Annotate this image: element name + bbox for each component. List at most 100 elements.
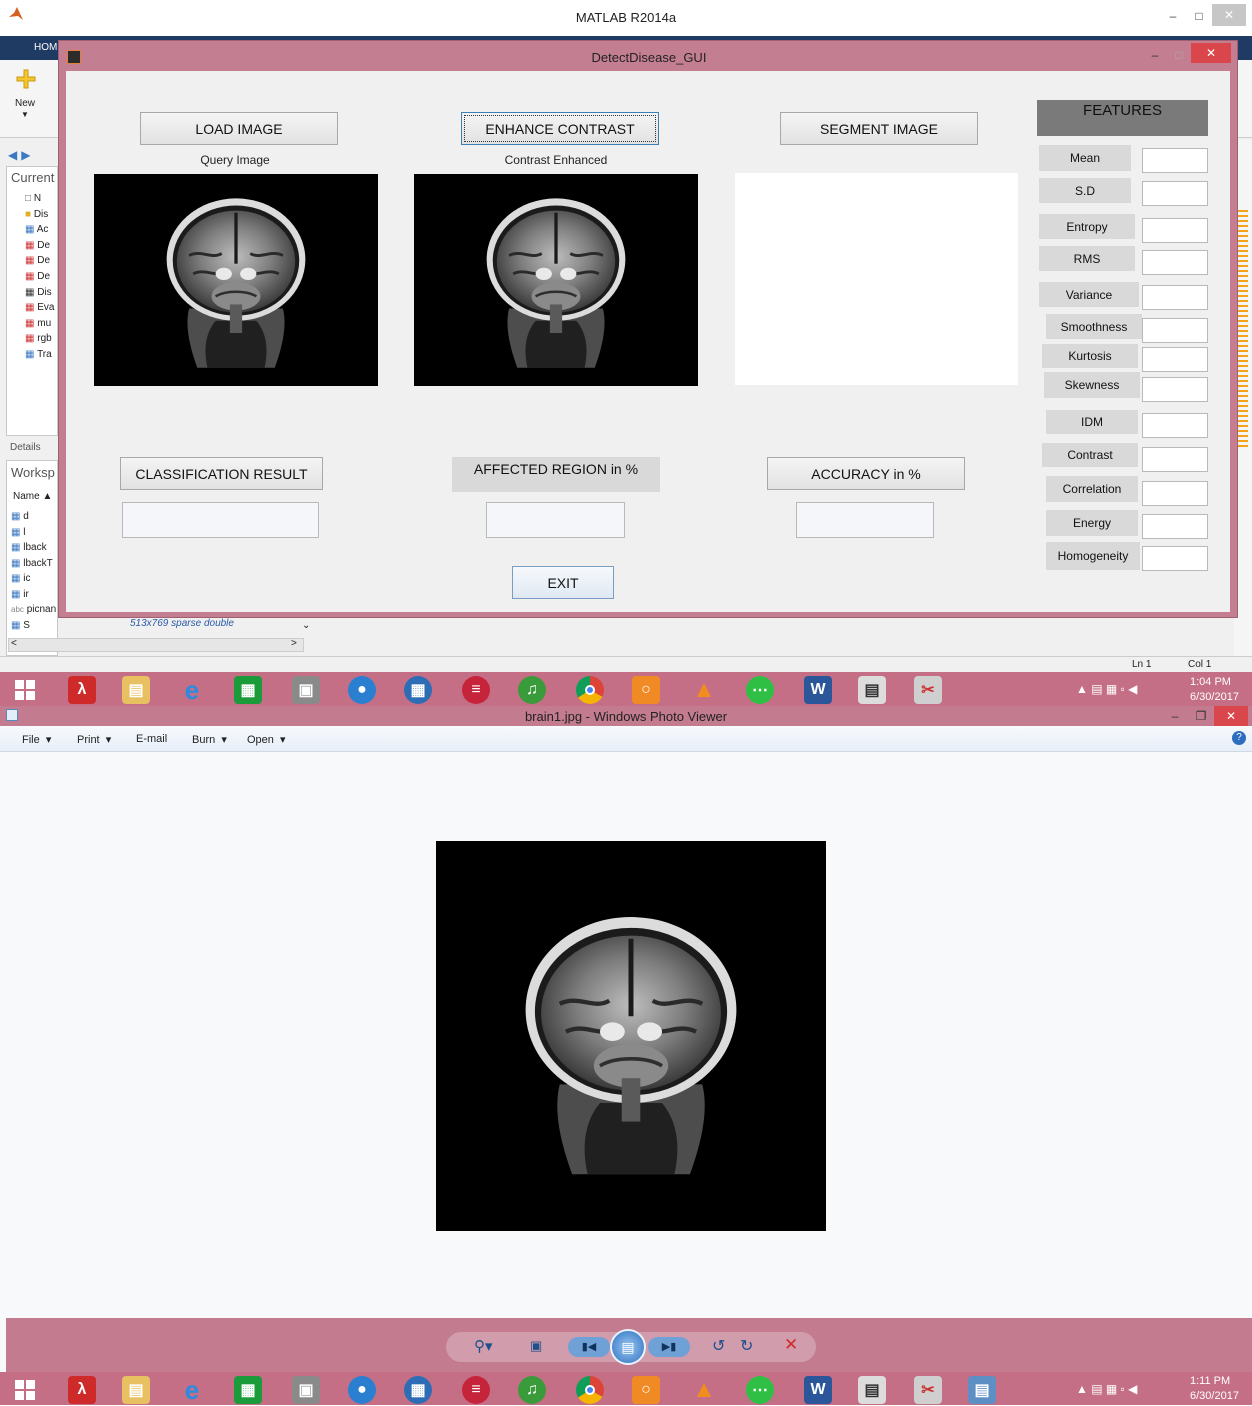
forward-arrow-icon[interactable]: ▶: [21, 148, 30, 162]
messenger-icon[interactable]: ⋯: [746, 676, 774, 704]
clock-date-2[interactable]: 6/30/2017: [1190, 1390, 1239, 1402]
classification-result-field[interactable]: [122, 502, 319, 538]
menu-file[interactable]: File ▾: [22, 733, 51, 746]
classification-result-button[interactable]: CLASSIFICATION RESULT: [120, 457, 323, 490]
new-dropdown-icon[interactable]: ▼: [21, 110, 29, 119]
store-icon[interactable]: ▦: [234, 1376, 262, 1404]
menu-email[interactable]: E-mail: [136, 733, 167, 745]
feature-value-energy[interactable]: [1142, 514, 1208, 539]
accuracy-field[interactable]: [796, 502, 934, 538]
feature-value-rms[interactable]: [1142, 250, 1208, 275]
presentation-icon[interactable]: ▤: [858, 1376, 886, 1404]
file-item[interactable]: ▦ Dis: [25, 285, 59, 301]
delete-icon[interactable]: ✕: [784, 1335, 798, 1355]
list-item[interactable]: ▦ lbackT: [11, 556, 56, 572]
rotate-left-icon[interactable]: ↺: [712, 1336, 725, 1356]
start-windows-icon[interactable]: [12, 676, 38, 704]
menu-burn[interactable]: Burn ▾: [192, 733, 227, 746]
file-item[interactable]: ▦ Ac: [25, 222, 59, 238]
file-explorer-icon[interactable]: ▤: [122, 676, 150, 704]
tray-icons[interactable]: ▲ ▤ ▦ ▫ ◀: [1076, 682, 1137, 696]
list-item[interactable]: ▦ ic: [11, 571, 56, 587]
clock-time-1[interactable]: 1:04 PM: [1190, 676, 1231, 688]
internet-explorer-icon[interactable]: e: [178, 1375, 206, 1405]
feature-value-sd[interactable]: [1142, 181, 1208, 206]
feature-value-contrast[interactable]: [1142, 447, 1208, 472]
media-player-icon[interactable]: ▦: [404, 1376, 432, 1404]
scroll-right-icon[interactable]: >: [291, 638, 297, 649]
back-arrow-icon[interactable]: ◀: [8, 148, 17, 162]
disc-icon[interactable]: ●: [348, 676, 376, 704]
workspace-hscrollbar[interactable]: < >: [8, 638, 304, 652]
snipping-tool-icon[interactable]: ✂: [914, 1376, 942, 1404]
feature-value-kurtosis[interactable]: [1142, 347, 1208, 372]
feature-value-homogeneity[interactable]: [1142, 546, 1208, 571]
rotate-right-icon[interactable]: ↻: [740, 1336, 753, 1356]
file-item[interactable]: ▦ De: [25, 269, 59, 285]
list-item[interactable]: ▦ S: [11, 618, 56, 634]
details-label[interactable]: Details: [10, 442, 41, 453]
feature-value-mean[interactable]: [1142, 148, 1208, 173]
scanner-icon[interactable]: ▣: [292, 676, 320, 704]
snipping-tool-icon[interactable]: ✂: [914, 676, 942, 704]
list-item[interactable]: ▦ ir: [11, 587, 56, 603]
internet-explorer-icon[interactable]: e: [178, 675, 206, 705]
tray-icons[interactable]: ▲ ▤ ▦ ▫ ◀: [1076, 1382, 1137, 1396]
gui-minimize-icon[interactable]: –: [1143, 45, 1167, 65]
gui-close-icon[interactable]: ✕: [1191, 43, 1231, 63]
clock-date-1[interactable]: 6/30/2017: [1190, 691, 1239, 703]
feature-value-skewness[interactable]: [1142, 377, 1208, 402]
viewer-minimize-icon[interactable]: –: [1162, 706, 1188, 726]
acrobat-icon[interactable]: λ: [68, 676, 96, 704]
zoom-icon[interactable]: ⚲▾: [474, 1337, 493, 1355]
list-item[interactable]: abc picnan: [11, 602, 56, 618]
viewer-restore-icon[interactable]: ❐: [1188, 706, 1214, 726]
feature-value-smoothness[interactable]: [1142, 318, 1208, 343]
feature-value-idm[interactable]: [1142, 413, 1208, 438]
word-icon[interactable]: W: [804, 676, 832, 704]
feature-value-variance[interactable]: [1142, 285, 1208, 310]
maximize-icon[interactable]: □: [1186, 6, 1212, 26]
itunes-icon[interactable]: ♫: [518, 676, 546, 704]
minimize-icon[interactable]: –: [1160, 6, 1186, 26]
chrome-icon[interactable]: [576, 1376, 604, 1404]
scroll-down-icon[interactable]: ⌄: [302, 620, 310, 631]
vlc-icon[interactable]: ▲: [690, 1376, 718, 1404]
file-explorer-icon[interactable]: ▤: [122, 1376, 150, 1404]
photo-viewer-icon[interactable]: ▤: [968, 1376, 996, 1404]
recorder-icon[interactable]: ≡: [462, 676, 490, 704]
messenger-icon[interactable]: ⋯: [746, 1376, 774, 1404]
accuracy-button[interactable]: ACCURACY in %: [767, 457, 965, 490]
store-icon[interactable]: ▦: [234, 676, 262, 704]
chrome-icon[interactable]: [576, 676, 604, 704]
scanner-icon[interactable]: ▣: [292, 1376, 320, 1404]
word-icon[interactable]: W: [804, 1376, 832, 1404]
file-item[interactable]: ▦ De: [25, 238, 59, 254]
file-item[interactable]: □ N: [25, 191, 59, 207]
acrobat-icon[interactable]: λ: [68, 1376, 96, 1404]
recorder-icon[interactable]: ≡: [462, 1376, 490, 1404]
file-item[interactable]: ▦ De: [25, 253, 59, 269]
segment-image-button[interactable]: SEGMENT IMAGE: [780, 112, 978, 145]
exit-button[interactable]: EXIT: [512, 566, 614, 599]
viewer-close-icon[interactable]: ✕: [1214, 706, 1248, 726]
name-column-header[interactable]: Name ▲: [13, 491, 52, 502]
feature-value-entropy[interactable]: [1142, 218, 1208, 243]
file-item[interactable]: ■ Dis: [25, 207, 59, 223]
uc-browser-icon[interactable]: ○: [632, 676, 660, 704]
file-item[interactable]: ▦ mu: [25, 316, 59, 332]
list-item[interactable]: ▦ l: [11, 525, 56, 541]
affected-region-field[interactable]: [486, 502, 625, 538]
file-item[interactable]: ▦ rgb: [25, 331, 59, 347]
presentation-icon[interactable]: ▤: [858, 676, 886, 704]
actual-size-icon[interactable]: ▣: [530, 1338, 542, 1354]
feature-value-correlation[interactable]: [1142, 481, 1208, 506]
next-icon[interactable]: ▶▮: [648, 1337, 690, 1357]
uc-browser-icon[interactable]: ○: [632, 1376, 660, 1404]
file-item[interactable]: ▦ Tra: [25, 347, 59, 363]
slideshow-icon[interactable]: ▤: [610, 1329, 646, 1365]
load-image-button[interactable]: LOAD IMAGE: [140, 112, 338, 145]
clock-time-2[interactable]: 1:11 PM: [1190, 1375, 1230, 1387]
previous-icon[interactable]: ▮◀: [568, 1337, 610, 1357]
list-item[interactable]: ▦ d: [11, 509, 56, 525]
